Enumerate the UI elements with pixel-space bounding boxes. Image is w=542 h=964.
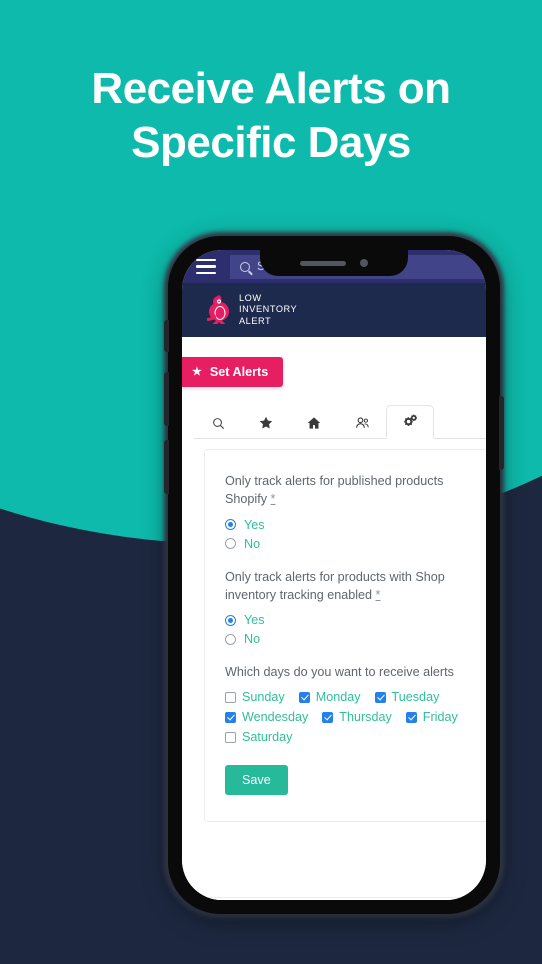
question-2-required-mark: * [375, 587, 381, 602]
tab-search[interactable] [194, 408, 242, 438]
headline-line-1: Receive Alerts on [91, 64, 451, 113]
front-camera [360, 259, 368, 267]
question-2-radio-group: Yes No [225, 613, 475, 646]
brand-name: LOW INVENTORY ALERT [239, 293, 297, 328]
page-title: Receive Alerts on Specific Days [0, 62, 542, 169]
day-saturday[interactable]: Saturday [225, 730, 292, 744]
checkbox-checked [298, 691, 310, 703]
bird-logo-icon [207, 295, 229, 324]
question-1-line-1: Only track alerts for published products [225, 474, 444, 488]
brand-line-3: ALERT [239, 315, 272, 326]
question-3-label: Which days do you want to receive alerts [225, 665, 454, 679]
gears-icon [404, 414, 417, 426]
day-monday[interactable]: Monday [298, 690, 361, 705]
phone-notch [260, 250, 408, 276]
tab-favorites[interactable] [242, 408, 290, 438]
tab-bar [194, 405, 486, 439]
star-icon: ★ [192, 365, 202, 378]
question-1-option-no-label: No [244, 536, 261, 551]
hamburger-icon[interactable] [196, 258, 216, 275]
day-wednesday[interactable]: Wendesday [225, 710, 308, 724]
question-1-required-mark: * [270, 492, 276, 507]
radio-button-selected [225, 519, 236, 530]
phone-volume-down-button[interactable] [164, 440, 169, 494]
tab-home[interactable] [290, 408, 338, 438]
question-2-label: Only track alerts for products with Shop… [225, 568, 475, 605]
phone-volume-up-button[interactable] [164, 372, 169, 426]
days-checkbox-group: Sunday Monday Tuesday Wendesday Thursday… [225, 690, 486, 744]
tab-customers[interactable] [338, 408, 386, 438]
day-sunday[interactable]: Sunday [225, 690, 285, 704]
checkbox-checked [322, 711, 334, 723]
day-friday-label: Friday [422, 710, 458, 725]
phone-power-button[interactable] [499, 396, 504, 470]
day-monday-label: Monday [315, 690, 361, 705]
question-1-option-yes[interactable]: Yes [225, 518, 475, 532]
search-icon [240, 261, 250, 272]
question-2-option-yes-label: Yes [244, 613, 265, 627]
checkbox-checked [374, 691, 386, 703]
question-2-option-yes[interactable]: Yes [225, 613, 475, 627]
search-icon [212, 417, 224, 429]
day-saturday-label: Saturday [242, 730, 293, 745]
headline-line-2: Specific Days [131, 117, 411, 167]
day-tuesday-label: Tuesday [391, 690, 440, 705]
question-1-option-yes-label: Yes [244, 517, 265, 532]
set-alerts-button[interactable]: ★ Set Alerts [182, 357, 284, 393]
checkbox-checked [225, 711, 236, 723]
people-icon [355, 417, 369, 428]
brand-line-2: INVENTORY [239, 304, 298, 315]
question-1-line-2: Shopify [225, 492, 268, 507]
alert-settings-card: Only track alerts for published products… [204, 449, 486, 823]
checkbox-checked [405, 711, 417, 723]
question-1-label: Only track alerts for published products… [225, 472, 475, 509]
radio-button [225, 538, 236, 549]
day-friday[interactable]: Friday [405, 710, 458, 725]
day-thursday-label: Thursday [339, 710, 392, 725]
question-2-option-no-label: No [244, 632, 261, 646]
save-button[interactable]: Save [225, 765, 288, 796]
day-tuesday[interactable]: Tuesday [374, 690, 440, 705]
star-icon [259, 416, 273, 429]
tab-settings[interactable] [386, 405, 434, 439]
question-2-option-no[interactable]: No [225, 632, 475, 646]
question-1-radio-group: Yes No [225, 518, 475, 551]
question-2-line-1: Only track alerts for products with Shop [225, 569, 445, 584]
question-1-option-no[interactable]: No [225, 537, 475, 551]
radio-button-selected [225, 614, 236, 626]
day-wednesday-label: Wendesday [242, 710, 309, 725]
brand-bar: LOW INVENTORY ALERT [182, 283, 486, 337]
poster-background: Receive Alerts on Specific Days Search [0, 0, 542, 964]
earpiece-speaker [300, 260, 346, 266]
app-content: ★ Set Alerts Only track alerts for publi… [182, 337, 486, 900]
phone-mute-switch[interactable] [164, 320, 169, 352]
checkbox [225, 691, 236, 703]
day-sunday-label: Sunday [242, 690, 285, 705]
brand-line-1: LOW [239, 292, 262, 303]
phone-mockup: Search LOW INVENTORY ALERT [164, 232, 504, 918]
phone-screen: Search LOW INVENTORY ALERT [182, 250, 486, 900]
set-alerts-label: Set Alerts [209, 365, 269, 379]
question-2-line-2: inventory tracking enabled [225, 587, 373, 602]
home-icon [307, 417, 321, 429]
day-thursday[interactable]: Thursday [322, 710, 392, 724]
card-footer-divider [204, 897, 486, 900]
checkbox [225, 731, 236, 743]
radio-button [225, 633, 236, 645]
